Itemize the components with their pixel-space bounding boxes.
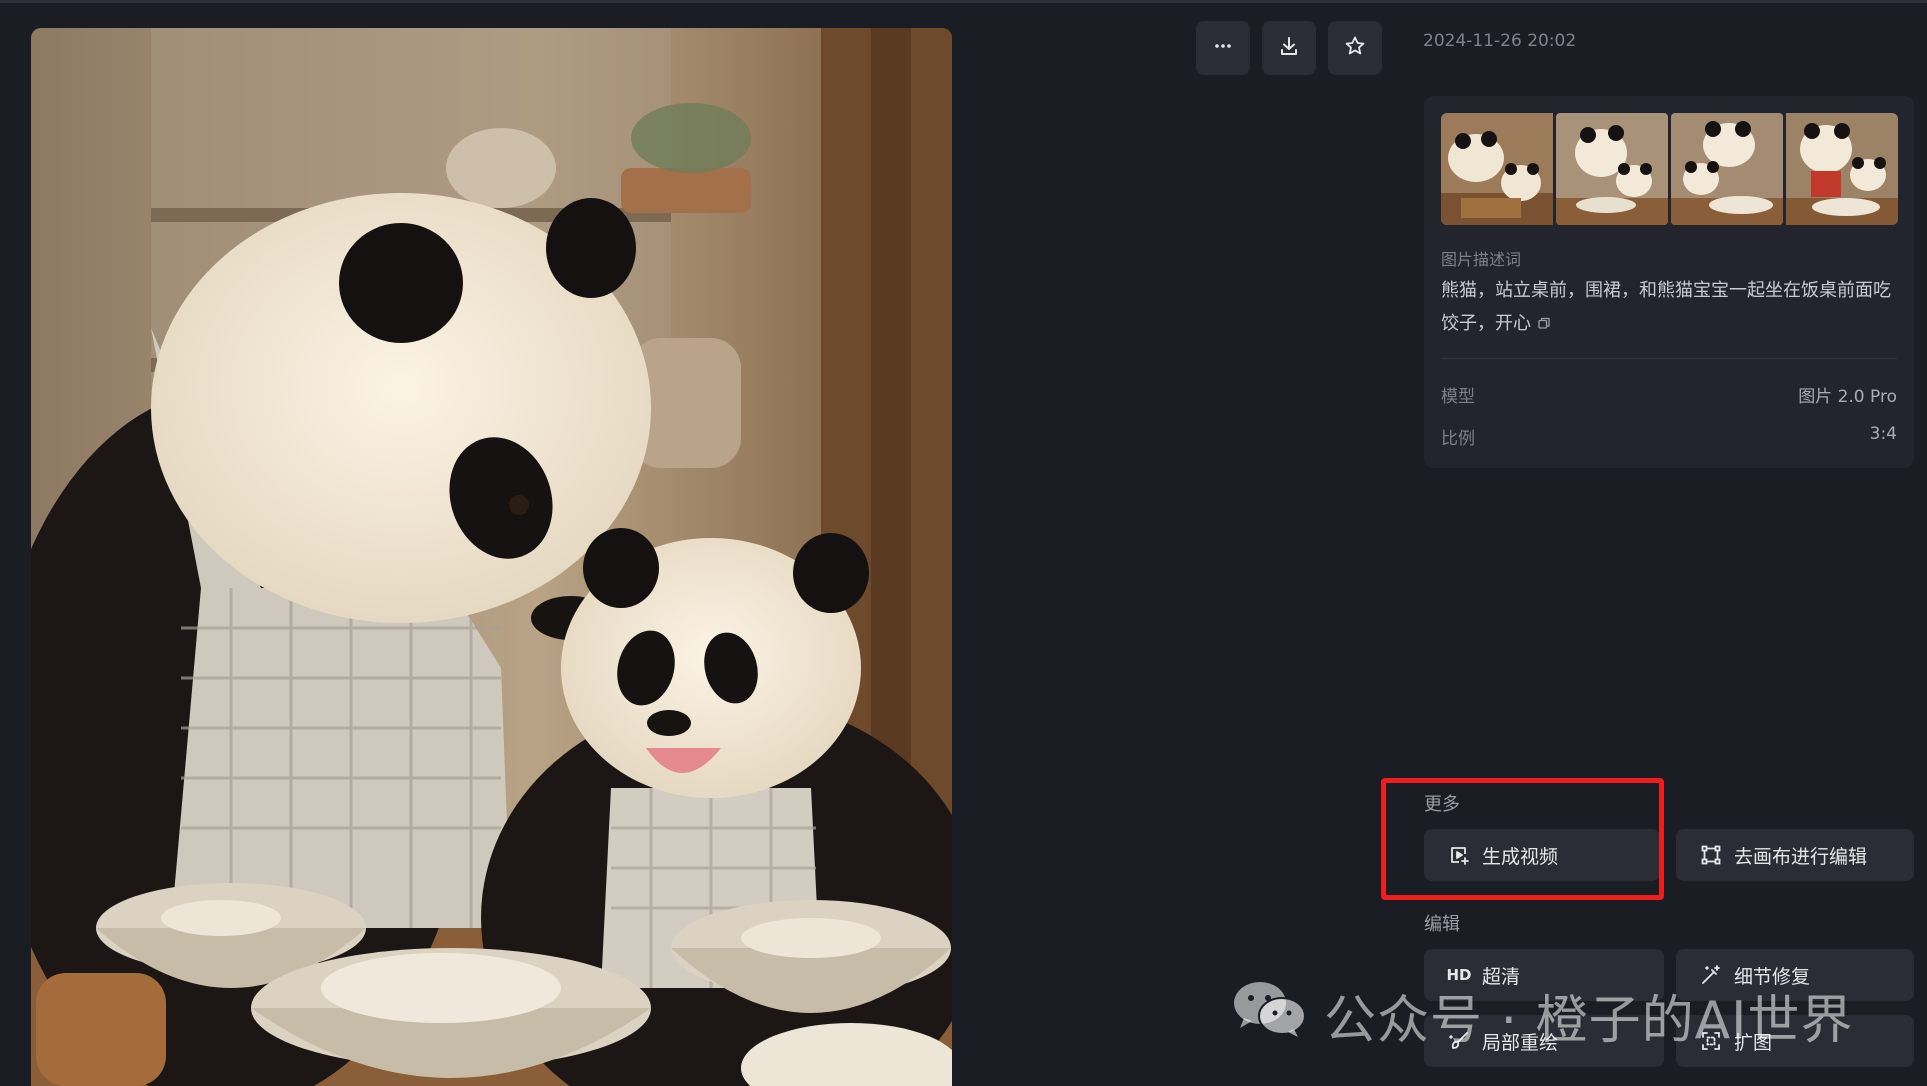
- more-options-button[interactable]: [1196, 21, 1250, 75]
- watermark-text: 公众号 · 橙子的AI世界: [1324, 991, 1854, 1051]
- info-divider: [1441, 358, 1897, 359]
- star-icon: [1344, 35, 1366, 61]
- favorite-button[interactable]: [1328, 21, 1382, 75]
- ratio-label: 比例: [1441, 429, 1475, 449]
- canvas-edit-icon: [1700, 844, 1722, 866]
- top-border: [0, 0, 1927, 3]
- generation-timestamp: 2024-11-26 20:02: [1423, 31, 1577, 51]
- description-label: 图片描述词: [1441, 250, 1522, 269]
- generate-video-button[interactable]: 生成视频: [1424, 829, 1660, 881]
- more-section-title: 更多: [1424, 794, 1460, 815]
- model-label: 模型: [1441, 387, 1475, 407]
- generate-video-label: 生成视频: [1482, 845, 1559, 868]
- watermark: 公众号 · 橙子的AI世界: [1232, 978, 1854, 1053]
- model-value: 图片 2.0 Pro: [1798, 387, 1897, 407]
- ratio-value: 3:4: [1869, 424, 1897, 444]
- download-icon: [1278, 35, 1300, 61]
- canvas-edit-button[interactable]: 去画布进行编辑: [1676, 829, 1914, 881]
- video-generate-icon: [1448, 844, 1470, 866]
- prompt-text: 熊猫，站立桌前，围裙，和熊猫宝宝一起坐在饭桌前面吃饺子，开心: [1441, 280, 1891, 334]
- canvas-edit-label: 去画布进行编辑: [1734, 845, 1868, 868]
- thumbnail-2[interactable]: [1556, 113, 1668, 225]
- edit-section-title: 编辑: [1424, 914, 1460, 935]
- thumbnail-4[interactable]: [1786, 113, 1898, 225]
- image-info-card: 图片描述词 熊猫，站立桌前，围裙，和熊猫宝宝一起坐在饭桌前面吃饺子，开心 模型 …: [1424, 96, 1914, 468]
- thumbnail-strip: [1441, 113, 1898, 225]
- more-horizontal-icon: [1212, 35, 1234, 61]
- main-generated-image[interactable]: [31, 28, 952, 1086]
- copy-icon[interactable]: [1537, 308, 1551, 341]
- thumbnail-1[interactable]: [1441, 113, 1553, 225]
- thumbnail-3[interactable]: [1671, 113, 1783, 225]
- wechat-icon: [1232, 978, 1308, 1053]
- description-text: 熊猫，站立桌前，围裙，和熊猫宝宝一起坐在饭桌前面吃饺子，开心: [1441, 274, 1901, 341]
- download-button[interactable]: [1262, 21, 1316, 75]
